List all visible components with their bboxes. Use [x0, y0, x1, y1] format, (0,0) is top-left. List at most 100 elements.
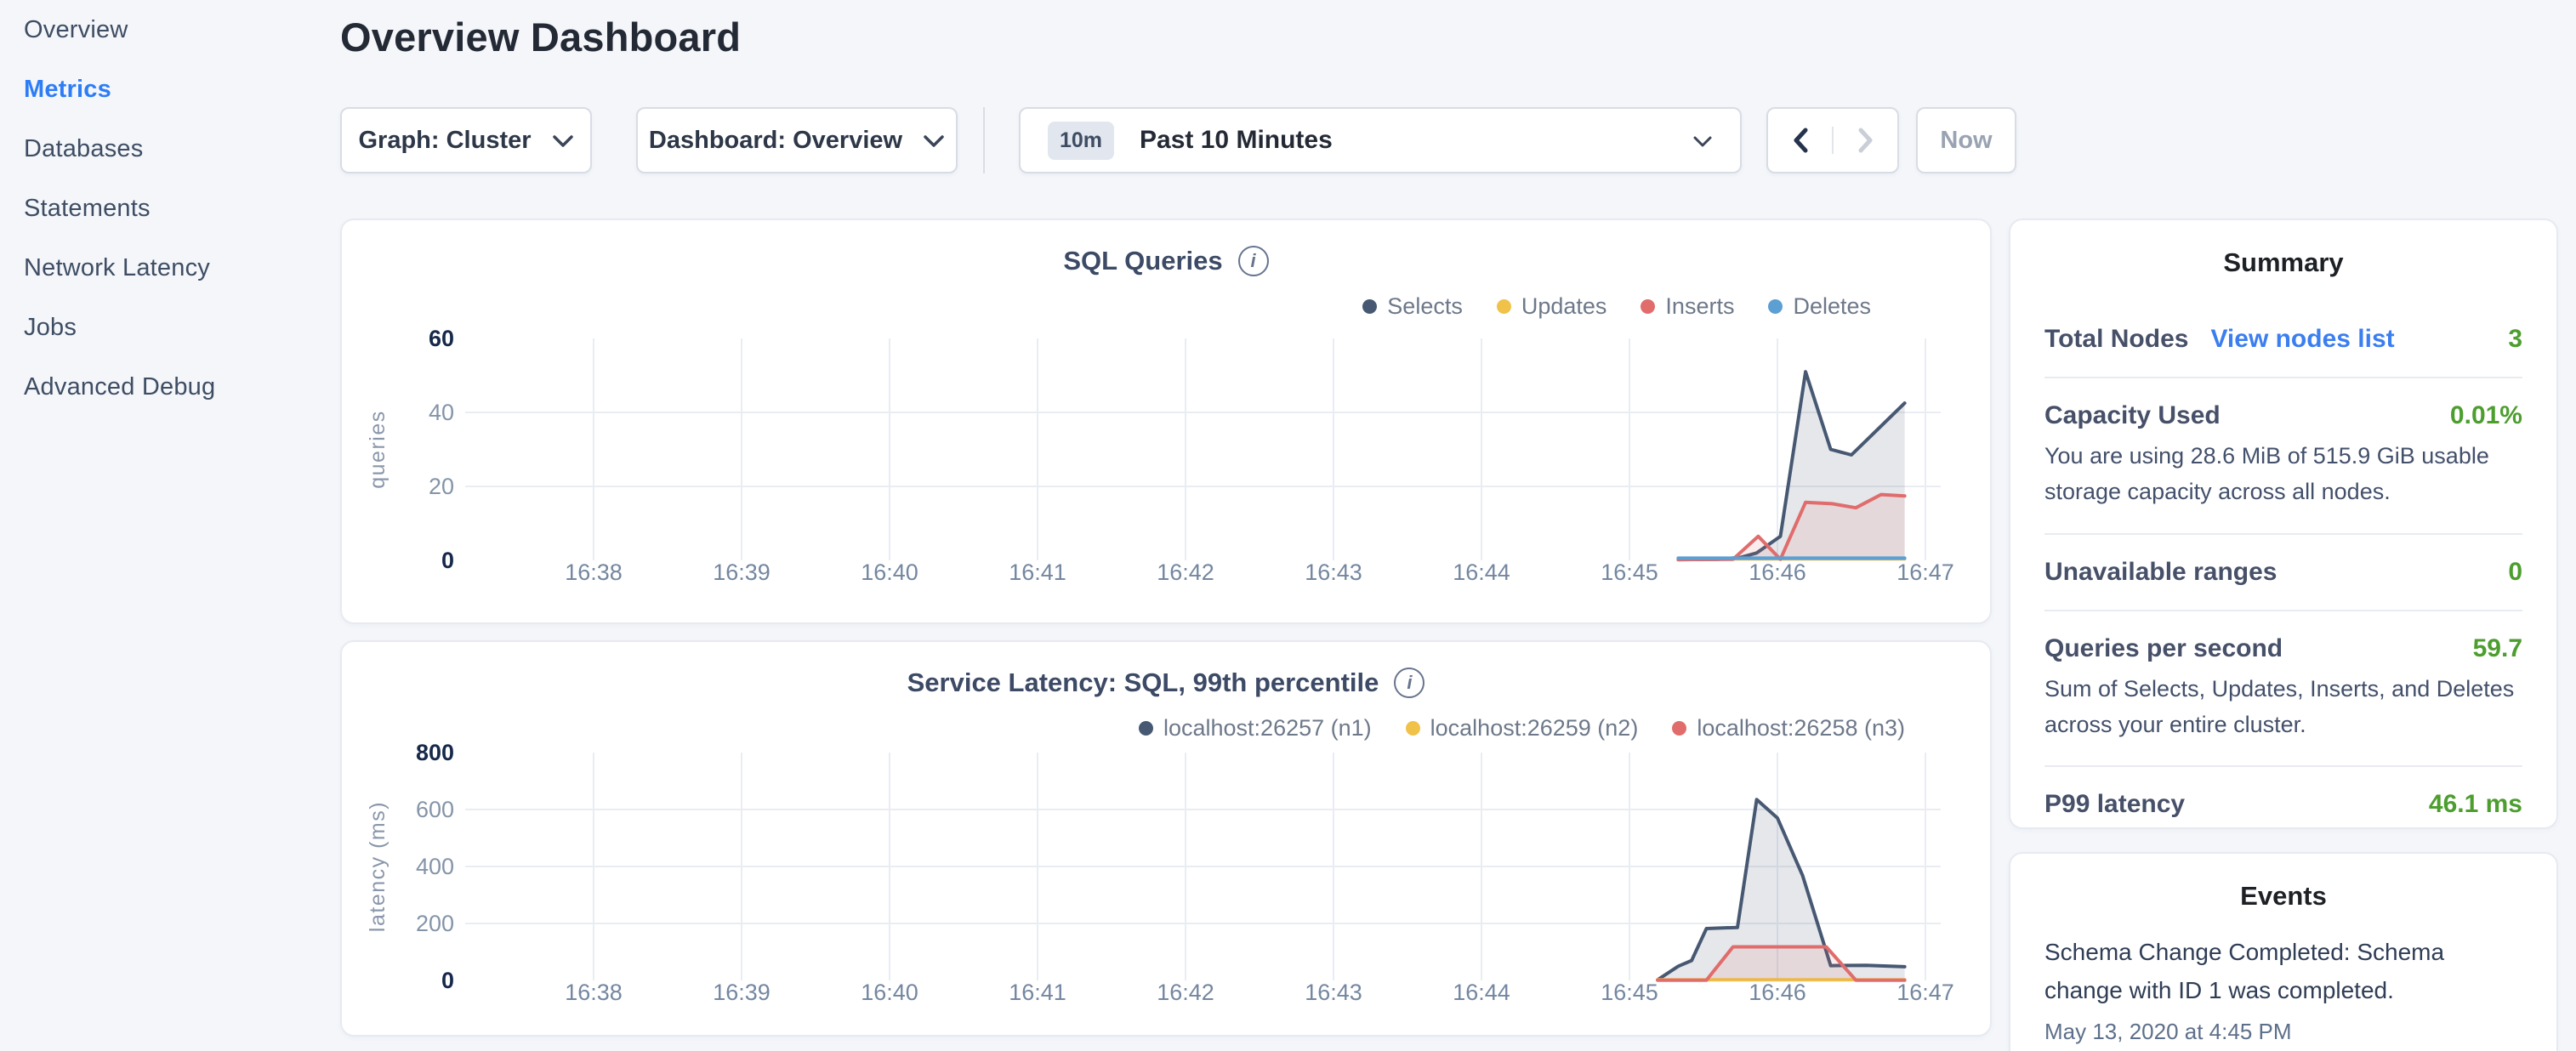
- legend-dot-icon: [1406, 721, 1420, 736]
- summary-value: 46.1 ms: [2429, 790, 2522, 819]
- legend-label: Deletes: [1793, 293, 1871, 320]
- sidebar-item-advanced-debug[interactable]: Advanced Debug: [0, 357, 340, 417]
- sidebar-item-statements[interactable]: Statements: [0, 179, 340, 238]
- summary-label: Unavailable ranges: [2044, 558, 2277, 587]
- svg-text:20: 20: [429, 474, 454, 499]
- legend-dot-icon: [1139, 721, 1153, 736]
- time-range-badge: 10m: [1048, 122, 1114, 160]
- svg-text:16:47: 16:47: [1896, 980, 1954, 1005]
- svg-text:400: 400: [416, 854, 454, 879]
- sidebar-item-network-latency[interactable]: Network Latency: [0, 238, 340, 298]
- svg-text:200: 200: [416, 911, 454, 936]
- svg-text:16:45: 16:45: [1601, 980, 1658, 1005]
- summary-heading: Summary: [2044, 247, 2522, 278]
- svg-text:800: 800: [416, 740, 454, 765]
- time-forward-button[interactable]: [1832, 127, 1897, 154]
- chart-title: Service Latency: SQL, 99th percentile: [907, 668, 1379, 698]
- sidebar-item-overview[interactable]: Overview: [0, 0, 340, 60]
- time-pager: [1766, 107, 1899, 173]
- chevron-down-icon: [923, 127, 945, 155]
- svg-text:16:40: 16:40: [861, 980, 918, 1005]
- summary-row-capacity-used: Capacity Used 0.01% You are using 28.6 M…: [2044, 378, 2522, 533]
- summary-label: P99 latency: [2044, 790, 2185, 819]
- event-text: Schema Change Completed: Schema change w…: [2044, 934, 2522, 1010]
- summary-row-p99-latency: P99 latency 46.1 ms: [2044, 767, 2522, 842]
- svg-text:16:46: 16:46: [1749, 560, 1806, 585]
- summary-row-queries-per-second: Queries per second 59.7 Sum of Selects, …: [2044, 611, 2522, 766]
- svg-text:queries: queries: [366, 410, 390, 489]
- svg-text:40: 40: [429, 400, 454, 425]
- legend-item: Selects: [1362, 293, 1463, 320]
- events-heading: Events: [2044, 881, 2522, 912]
- svg-text:16:42: 16:42: [1157, 980, 1214, 1005]
- legend-label: Inserts: [1665, 293, 1734, 320]
- legend-label: localhost:26258 (n3): [1697, 715, 1905, 741]
- toolbar: Graph: Cluster Dashboard: Overview 10m P…: [340, 107, 2016, 173]
- graph-scope-label: Graph: Cluster: [358, 127, 531, 155]
- legend-label: localhost:26257 (n1): [1163, 715, 1372, 741]
- now-button[interactable]: Now: [1916, 107, 2016, 173]
- svg-text:16:44: 16:44: [1453, 980, 1510, 1005]
- graph-scope-dropdown[interactable]: Graph: Cluster: [340, 107, 592, 173]
- legend-label: Updates: [1521, 293, 1607, 320]
- admin-ui-page: Overview Metrics Databases Statements Ne…: [0, 0, 2576, 1051]
- legend-dot-icon: [1768, 299, 1783, 314]
- summary-description: You are using 28.6 MiB of 515.9 GiB usab…: [2044, 439, 2522, 510]
- chevron-left-icon: [1792, 127, 1809, 154]
- svg-text:0: 0: [441, 548, 454, 573]
- legend-label: Selects: [1387, 293, 1463, 320]
- service-latency-chart-card: Service Latency: SQL, 99th percentile i …: [340, 640, 1992, 1037]
- chart-legend: Selects Updates Inserts Deletes: [1362, 293, 1871, 320]
- sidebar-item-databases[interactable]: Databases: [0, 119, 340, 179]
- svg-text:16:41: 16:41: [1009, 560, 1066, 585]
- legend-dot-icon: [1641, 299, 1655, 314]
- svg-text:16:47: 16:47: [1896, 560, 1954, 585]
- time-range-label: Past 10 Minutes: [1140, 126, 1333, 155]
- summary-value: 0: [2508, 558, 2522, 587]
- summary-row-total-nodes: Total Nodes View nodes list 3: [2044, 302, 2522, 377]
- chevron-down-icon: [1692, 127, 1713, 155]
- dashboard-dropdown[interactable]: Dashboard: Overview: [636, 107, 958, 173]
- summary-rows: Total Nodes View nodes list 3 Capacity U…: [2044, 302, 2522, 842]
- svg-text:16:43: 16:43: [1305, 980, 1362, 1005]
- sidebar: Overview Metrics Databases Statements Ne…: [0, 0, 340, 1051]
- summary-description: Sum of Selects, Updates, Inserts, and De…: [2044, 672, 2522, 743]
- chevron-right-icon: [1857, 127, 1874, 154]
- svg-text:0: 0: [441, 968, 454, 993]
- svg-text:60: 60: [429, 326, 454, 351]
- svg-text:16:41: 16:41: [1009, 980, 1066, 1005]
- time-back-button[interactable]: [1768, 127, 1832, 154]
- event-item[interactable]: Schema Change Completed: Schema change w…: [2044, 934, 2522, 1045]
- legend-dot-icon: [1362, 299, 1377, 314]
- summary-value: 0.01%: [2450, 401, 2522, 430]
- view-nodes-list-link[interactable]: View nodes list: [2210, 325, 2394, 354]
- time-range-selector[interactable]: 10m Past 10 Minutes: [1019, 107, 1742, 173]
- legend-dot-icon: [1672, 721, 1686, 736]
- svg-text:16:43: 16:43: [1305, 560, 1362, 585]
- legend-item: localhost:26257 (n1): [1139, 715, 1372, 741]
- events-panel: Events Schema Change Completed: Schema c…: [2009, 852, 2558, 1051]
- legend-item: Updates: [1497, 293, 1607, 320]
- svg-text:16:45: 16:45: [1601, 560, 1658, 585]
- svg-text:16:44: 16:44: [1453, 560, 1510, 585]
- svg-text:16:46: 16:46: [1749, 980, 1806, 1005]
- legend-item: localhost:26258 (n3): [1672, 715, 1905, 741]
- sidebar-item-metrics[interactable]: Metrics: [0, 60, 340, 119]
- toolbar-divider: [983, 107, 985, 173]
- info-icon[interactable]: i: [1238, 246, 1269, 276]
- svg-text:16:40: 16:40: [861, 560, 918, 585]
- summary-label: Capacity Used: [2044, 401, 2221, 430]
- svg-text:16:38: 16:38: [565, 980, 623, 1005]
- info-icon[interactable]: i: [1394, 668, 1424, 698]
- legend-item: localhost:26259 (n2): [1406, 715, 1639, 741]
- summary-label: Total Nodes: [2044, 325, 2188, 354]
- legend-label: localhost:26259 (n2): [1430, 715, 1639, 741]
- chevron-down-icon: [552, 127, 574, 155]
- summary-value: 59.7: [2473, 634, 2522, 663]
- svg-text:600: 600: [416, 797, 454, 822]
- sql-queries-chart-card: SQL Queries i SelectsUpdatesInsertsDelet…: [340, 219, 1992, 624]
- svg-text:16:42: 16:42: [1157, 560, 1214, 585]
- summary-row-unavailable-ranges: Unavailable ranges 0: [2044, 535, 2522, 610]
- sidebar-item-jobs[interactable]: Jobs: [0, 298, 340, 357]
- svg-text:latency (ms): latency (ms): [366, 801, 390, 932]
